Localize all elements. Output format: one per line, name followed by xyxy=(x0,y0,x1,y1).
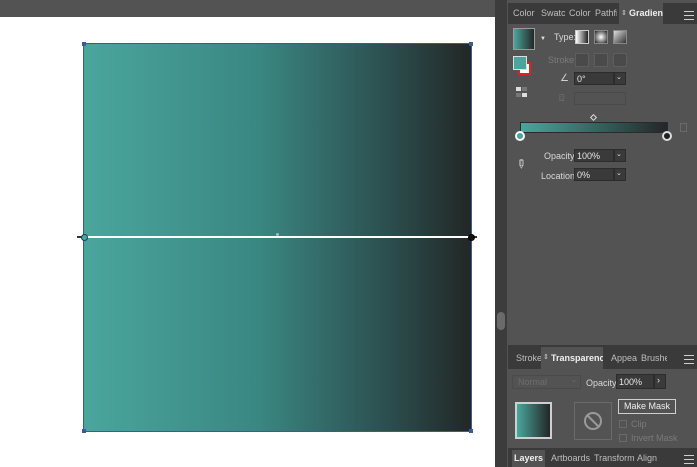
stroke-across-button xyxy=(613,53,627,67)
tab-stroke[interactable]: Stroke xyxy=(516,347,542,369)
angle-field[interactable]: 0° xyxy=(574,72,614,85)
invert-mask-label: Invert Mask xyxy=(631,433,678,443)
location-label: Location: xyxy=(541,171,578,181)
opacity-slider-button[interactable] xyxy=(654,374,666,389)
fill-swatch[interactable] xyxy=(513,56,527,70)
chevron-down-icon[interactable]: ⌄ xyxy=(616,73,622,81)
tab-color-guide[interactable]: Color xyxy=(569,3,591,24)
gradient-preset-dropdown-icon[interactable]: ▼ xyxy=(540,36,546,42)
bottom-panel-menu-icon[interactable] xyxy=(684,455,694,464)
tab-align[interactable]: Align xyxy=(637,450,661,467)
transparency-opacity-label: Opacity: xyxy=(586,378,620,388)
canvas-scrollbar[interactable] xyxy=(495,0,507,467)
anchor-bottom-right[interactable] xyxy=(469,429,473,433)
gradient-annotator-line[interactable] xyxy=(84,236,471,238)
stroke-along-button xyxy=(594,53,608,67)
tab-transparency[interactable]: Transparency xyxy=(541,347,603,369)
linear-gradient-button[interactable] xyxy=(575,30,589,44)
clip-label: Clip xyxy=(631,419,647,429)
object-thumbnail[interactable] xyxy=(515,402,552,439)
tab-swatches[interactable]: Swatc xyxy=(541,3,565,24)
gradient-end-handle[interactable] xyxy=(468,234,475,241)
freeform-gradient-button[interactable] xyxy=(613,30,627,44)
scrollbar-thumb[interactable] xyxy=(497,312,505,330)
stroke-label: Stroke: xyxy=(548,55,577,65)
invert-mask-checkbox xyxy=(619,434,627,442)
chevron-down-icon: ⌄ xyxy=(571,377,577,384)
gradient-slider[interactable] xyxy=(520,122,668,133)
gradient-midpoint-handle[interactable] xyxy=(276,233,279,236)
clip-checkbox xyxy=(619,420,627,428)
angle-icon: ∠ xyxy=(560,73,569,84)
aspect-ratio-field xyxy=(574,92,626,105)
tab-appearance[interactable]: Appea xyxy=(611,347,637,369)
tab-reorder-icon: ⇕ xyxy=(621,10,627,17)
reverse-gradient-icon[interactable] xyxy=(516,87,527,98)
tab-transform[interactable]: Transform xyxy=(594,450,634,467)
opacity-label: Opacity: xyxy=(544,151,578,161)
chevron-right-icon[interactable]: › xyxy=(657,375,660,385)
stop-location-field[interactable]: 0% xyxy=(574,168,614,181)
tab-reorder-icon: ⇕ xyxy=(543,354,549,361)
anchor-top-left[interactable] xyxy=(82,42,86,46)
transparency-opacity-field[interactable]: 100% xyxy=(616,374,654,389)
gradient-swatch-preview[interactable] xyxy=(513,28,535,50)
make-mask-button[interactable]: Make Mask xyxy=(618,399,676,414)
radial-gradient-button[interactable] xyxy=(594,30,608,44)
anchor-bottom-left[interactable] xyxy=(82,429,86,433)
stop-opacity-field[interactable]: 100% xyxy=(574,149,614,162)
stroke-within-button xyxy=(575,53,589,67)
type-label: Type: xyxy=(554,32,577,42)
transparency-panel-menu-icon[interactable] xyxy=(684,355,694,364)
anchor-top-right[interactable] xyxy=(469,42,473,46)
gradient-stop-end[interactable] xyxy=(662,131,672,141)
trash-icon xyxy=(680,123,687,132)
tab-layers[interactable]: Layers xyxy=(512,450,545,467)
gradient-start-handle[interactable] xyxy=(81,234,88,241)
chevron-down-icon[interactable]: ⌄ xyxy=(616,150,622,158)
chevron-down-icon[interactable]: ⌄ xyxy=(616,169,622,177)
aspect-ratio-icon: ⌼ xyxy=(559,93,565,103)
tab-brushes[interactable]: Brushe xyxy=(641,347,667,369)
gradient-stop-start[interactable] xyxy=(515,131,525,141)
gradient-panel-menu-icon[interactable] xyxy=(684,11,694,20)
tab-pathfinder[interactable]: Pathfi xyxy=(595,3,617,24)
tab-artboards[interactable]: Artboards xyxy=(551,450,591,467)
tab-color[interactable]: Color xyxy=(513,3,537,24)
